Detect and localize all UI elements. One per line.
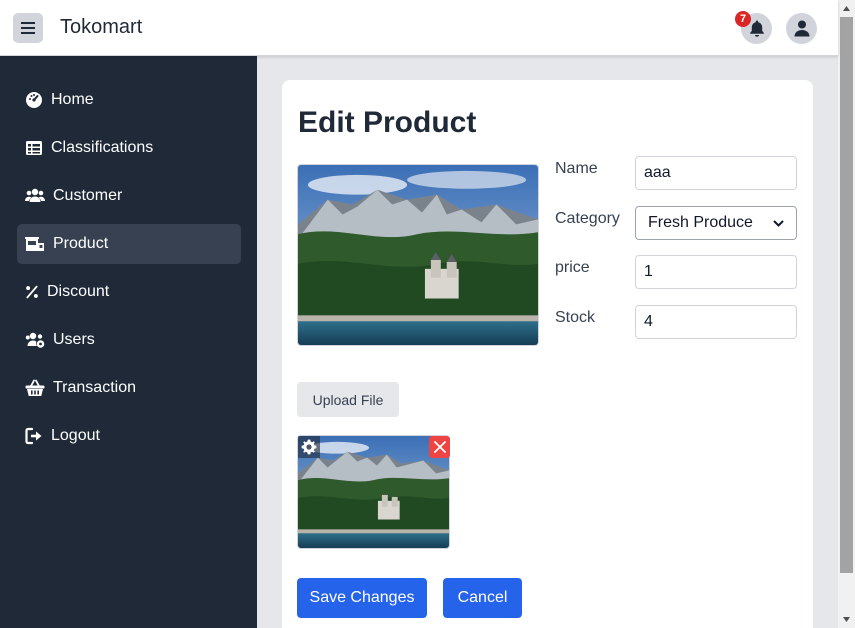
- triangle-up-icon: [843, 6, 850, 11]
- user-avatar-button[interactable]: [786, 13, 817, 44]
- triangle-down-icon: [843, 617, 850, 622]
- price-input[interactable]: 1: [635, 255, 797, 289]
- dashboard-icon: [26, 92, 42, 108]
- sidebar-item-discount[interactable]: Discount: [17, 272, 241, 312]
- stock-input-value: 4: [644, 313, 653, 330]
- stock-label: Stock: [555, 309, 596, 326]
- top-bar: Tokomart 7: [0, 0, 838, 56]
- sidebar-item-label: Classifications: [51, 139, 154, 156]
- scroll-down-arrow[interactable]: [838, 611, 855, 628]
- chevron-down-icon: [773, 219, 784, 227]
- scrollbar-thumb[interactable]: [840, 17, 853, 573]
- price-input-value: 1: [644, 263, 653, 280]
- sidebar-item-label: Discount: [47, 283, 110, 300]
- sidebar: Home Classifications Customer Product Di…: [0, 56, 257, 628]
- name-input[interactable]: aaa: [635, 156, 797, 190]
- gear-icon: [301, 439, 317, 455]
- name-input-value: aaa: [644, 164, 671, 181]
- upload-file-button[interactable]: Upload File: [297, 382, 399, 417]
- percent-icon: [26, 285, 38, 299]
- notification-badge: 7: [735, 11, 751, 27]
- stock-input[interactable]: 4: [635, 305, 797, 339]
- category-select[interactable]: Fresh Produce: [635, 206, 797, 240]
- close-icon: [433, 441, 446, 453]
- scroll-up-arrow[interactable]: [838, 0, 855, 17]
- notifications-button[interactable]: 7: [735, 11, 772, 44]
- users-icon: [25, 188, 45, 202]
- table-icon: [26, 141, 42, 155]
- sidebar-item-label: Home: [51, 91, 94, 108]
- brand-title: Tokomart: [60, 16, 143, 38]
- logout-icon: [25, 427, 42, 445]
- sidebar-item-classifications[interactable]: Classifications: [17, 128, 241, 168]
- sidebar-item-product[interactable]: Product: [17, 224, 241, 264]
- sidebar-item-home[interactable]: Home: [17, 80, 241, 120]
- sidebar-item-label: Users: [53, 331, 95, 348]
- bell-icon: [749, 20, 764, 37]
- cancel-button[interactable]: Cancel: [443, 578, 522, 618]
- category-selected-value: Fresh Produce: [648, 214, 753, 231]
- sidebar-item-label: Transaction: [53, 379, 136, 396]
- category-label: Category: [555, 210, 620, 227]
- basket-icon: [25, 379, 45, 396]
- sidebar-item-label: Logout: [51, 427, 100, 444]
- save-changes-button[interactable]: Save Changes: [297, 578, 427, 618]
- user-icon: [794, 20, 809, 37]
- name-label: Name: [555, 160, 598, 177]
- thumbnail-settings-button[interactable]: [298, 436, 320, 458]
- sidebar-item-transaction[interactable]: Transaction: [17, 368, 241, 408]
- hamburger-icon: [21, 22, 35, 34]
- users-gear-icon: [25, 332, 45, 348]
- sidebar-item-users[interactable]: Users: [17, 320, 241, 360]
- page-title: Edit Product: [298, 106, 477, 139]
- thumbnail-remove-button[interactable]: [429, 436, 450, 458]
- price-label: price: [555, 259, 590, 276]
- sidebar-item-logout[interactable]: Logout: [17, 416, 241, 456]
- menu-toggle-button[interactable]: [13, 13, 43, 43]
- product-image: [297, 164, 539, 346]
- store-icon: [25, 237, 44, 251]
- sidebar-item-customer[interactable]: Customer: [17, 176, 241, 216]
- sidebar-item-label: Product: [53, 235, 109, 252]
- sidebar-item-label: Customer: [53, 187, 123, 204]
